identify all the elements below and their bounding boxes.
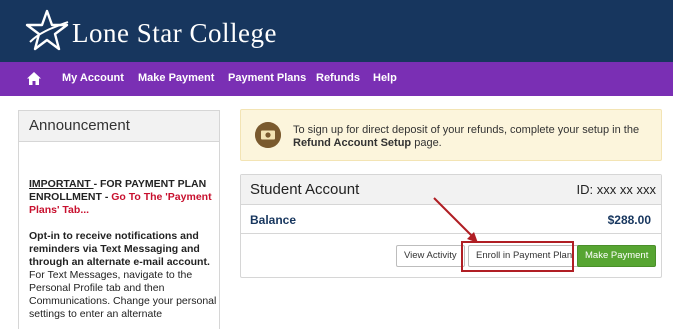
nav-my-account[interactable]: My Account: [62, 72, 124, 84]
optin-notice: Opt-in to receive notifications and remi…: [29, 230, 219, 321]
important-label: IMPORTANT: [29, 178, 94, 190]
balance-label: Balance: [250, 213, 297, 227]
announcement-body: IMPORTANT - FOR PAYMENT PLAN ENROLLMENT …: [29, 178, 219, 321]
nav-refunds[interactable]: Refunds: [316, 72, 360, 84]
refund-info-alert: To sign up for direct deposit of your re…: [240, 109, 662, 161]
account-title: Student Account: [250, 181, 360, 198]
nav-help[interactable]: Help: [373, 72, 397, 84]
brand-name[interactable]: Lone Star College: [72, 18, 277, 49]
main-nav: My Account Make Payment Payment Plans Re…: [0, 62, 673, 96]
refund-account-setup-link[interactable]: Refund Account Setup: [293, 137, 411, 149]
info-text-after: page.: [411, 137, 442, 149]
payment-plan-notice: IMPORTANT - FOR PAYMENT PLAN ENROLLMENT …: [29, 178, 219, 217]
optin-bold-text: Opt-in to receive notifications and remi…: [29, 230, 210, 268]
refund-info-text: To sign up for direct deposit of your re…: [293, 124, 653, 150]
info-text-before: To sign up for direct deposit of your re…: [293, 124, 640, 136]
home-icon[interactable]: [26, 71, 42, 87]
money-icon: [255, 122, 281, 148]
student-id: ID: xxx xx xxx: [576, 182, 656, 197]
site-header: Lone Star College: [0, 0, 673, 62]
main-content: Announcement IMPORTANT - FOR PAYMENT PLA…: [0, 96, 673, 329]
view-activity-button[interactable]: View Activity: [396, 245, 465, 267]
optin-text: For Text Messages, navigate to the Perso…: [29, 269, 217, 320]
annotation-arrow-icon: [433, 197, 478, 243]
balance-amount: $288.00: [607, 213, 651, 227]
star-logo-icon: [25, 9, 69, 51]
announcement-title: Announcement: [19, 111, 219, 142]
nav-payment-plans[interactable]: Payment Plans: [228, 72, 306, 84]
announcement-panel: Announcement IMPORTANT - FOR PAYMENT PLA…: [18, 110, 220, 329]
make-payment-button[interactable]: Make Payment: [577, 245, 657, 267]
nav-make-payment[interactable]: Make Payment: [138, 72, 214, 84]
